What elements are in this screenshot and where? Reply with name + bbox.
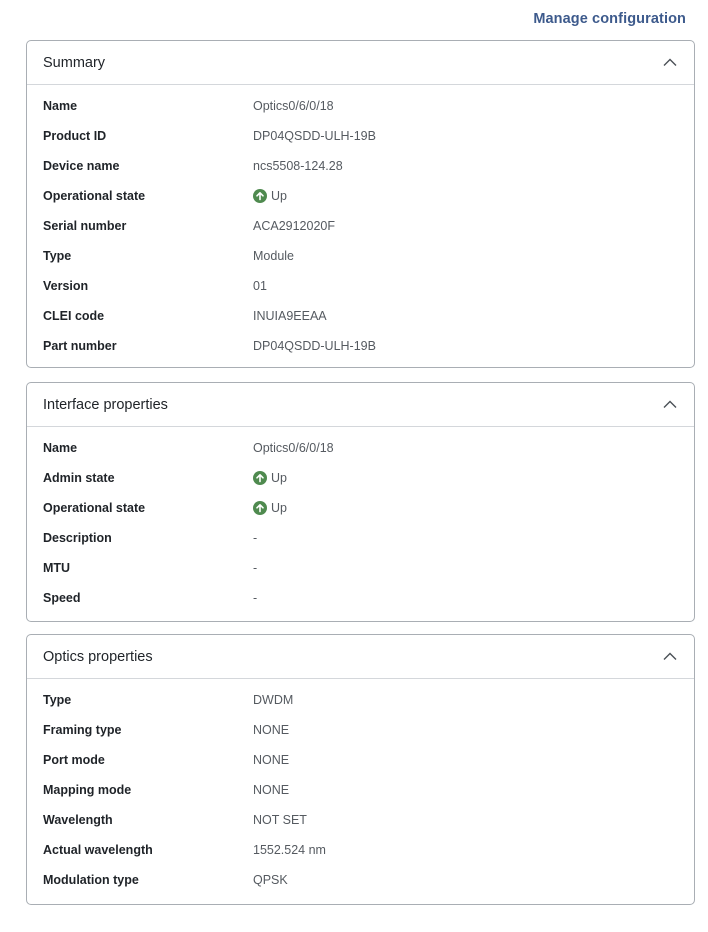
optics-properties-title: Optics properties — [43, 648, 153, 665]
summary-row-device-name: Device name ncs5508-124.28 — [27, 151, 694, 181]
summary-row-part-number: Part number DP04QSDD-ULH-19B — [27, 331, 694, 361]
row-value-status: Up — [253, 501, 287, 515]
summary-row-version: Version 01 — [27, 271, 694, 301]
row-value: QPSK — [253, 873, 288, 887]
row-label: Admin state — [43, 471, 115, 485]
row-value: Optics0/6/0/18 — [253, 441, 334, 455]
row-value: DP04QSDD-ULH-19B — [253, 129, 376, 143]
row-value: ACA2912020F — [253, 219, 336, 233]
interface-row-mtu: MTU - — [27, 553, 694, 583]
summary-row-serial-number: Serial number ACA2912020F — [27, 211, 694, 241]
summary-title: Summary — [43, 54, 106, 71]
status-text: Up — [271, 189, 287, 203]
manage-configuration-link[interactable]: Manage configuration — [533, 11, 686, 27]
interface-row-description: Description - — [27, 523, 694, 553]
chevron-up-icon[interactable] — [663, 650, 677, 664]
interface-row-operational-state: Operational state Up — [27, 493, 694, 523]
summary-row-operational-state: Operational state Up — [27, 181, 694, 211]
row-label: Wavelength — [43, 813, 113, 827]
optics-row-framing-type: Framing type NONE — [27, 715, 694, 745]
row-label: Name — [43, 99, 78, 113]
interface-row-name: Name Optics0/6/0/18 — [27, 433, 694, 463]
row-value: NONE — [253, 723, 290, 737]
row-value: Optics0/6/0/18 — [253, 99, 334, 113]
status-text: Up — [271, 471, 287, 485]
row-label: Name — [43, 441, 78, 455]
row-value: ncs5508-124.28 — [253, 159, 343, 173]
chevron-up-icon[interactable] — [663, 56, 677, 70]
row-label: MTU — [43, 561, 71, 575]
row-value: 01 — [253, 279, 267, 293]
row-value: NONE — [253, 783, 290, 797]
row-value: Module — [253, 249, 294, 263]
row-label: Type — [43, 249, 72, 263]
optics-properties-body: Type DWDM Framing type NONE Port mode NO… — [27, 679, 694, 895]
row-label: Part number — [43, 339, 117, 353]
status-text: Up — [271, 501, 287, 515]
optics-properties-header[interactable]: Optics properties — [27, 635, 694, 679]
interface-row-admin-state: Admin state Up — [27, 463, 694, 493]
summary-row-product-id: Product ID DP04QSDD-ULH-19B — [27, 121, 694, 151]
row-label: Operational state — [43, 189, 146, 203]
row-label: Description — [43, 531, 112, 545]
interface-properties-title: Interface properties — [43, 396, 168, 413]
row-value: NONE — [253, 753, 290, 767]
arrow-up-circle-icon — [253, 501, 267, 515]
row-value: 1552.524 nm — [253, 843, 326, 857]
optics-row-port-mode: Port mode NONE — [27, 745, 694, 775]
row-value: DP04QSDD-ULH-19B — [253, 339, 376, 353]
row-label: Serial number — [43, 219, 127, 233]
row-value-status: Up — [253, 471, 287, 485]
optics-properties-card: Optics properties Type DWDM Framing type… — [26, 634, 695, 905]
row-label: Speed — [43, 591, 81, 605]
row-value: NOT SET — [253, 813, 307, 827]
row-label: Product ID — [43, 129, 107, 143]
summary-row-type: Type Module — [27, 241, 694, 271]
row-label: Type — [43, 693, 72, 707]
summary-row-name: Name Optics0/6/0/18 — [27, 91, 694, 121]
summary-card: Summary Name Optics0/6/0/18 Product ID D… — [26, 40, 695, 368]
summary-row-clei-code: CLEI code INUIA9EEAA — [27, 301, 694, 331]
optics-row-type: Type DWDM — [27, 685, 694, 715]
interface-properties-header[interactable]: Interface properties — [27, 383, 694, 427]
row-label: Version — [43, 279, 89, 293]
row-label: Mapping mode — [43, 783, 132, 797]
row-value: - — [253, 591, 258, 605]
row-label: Modulation type — [43, 873, 139, 887]
row-label: Operational state — [43, 501, 146, 515]
interface-properties-body: Name Optics0/6/0/18 Admin state Up Opera… — [27, 427, 694, 613]
row-value: INUIA9EEAA — [253, 309, 327, 323]
row-label: Framing type — [43, 723, 122, 737]
row-label: Port mode — [43, 753, 105, 767]
row-value: DWDM — [253, 693, 294, 707]
row-label: Actual wavelength — [43, 843, 153, 857]
summary-body: Name Optics0/6/0/18 Product ID DP04QSDD-… — [27, 85, 694, 361]
chevron-up-icon[interactable] — [663, 398, 677, 412]
interface-row-speed: Speed - — [27, 583, 694, 613]
row-value: - — [253, 561, 258, 575]
row-value-status: Up — [253, 189, 287, 203]
optics-row-modulation-type: Modulation type QPSK — [27, 865, 694, 895]
optics-row-wavelength: Wavelength NOT SET — [27, 805, 694, 835]
row-value: - — [253, 531, 258, 545]
arrow-up-circle-icon — [253, 189, 267, 203]
row-label: CLEI code — [43, 309, 105, 323]
optics-row-mapping-mode: Mapping mode NONE — [27, 775, 694, 805]
row-label: Device name — [43, 159, 120, 173]
arrow-up-circle-icon — [253, 471, 267, 485]
interface-properties-card: Interface properties Name Optics0/6/0/18… — [26, 382, 695, 622]
optics-row-actual-wavelength: Actual wavelength 1552.524 nm — [27, 835, 694, 865]
summary-header[interactable]: Summary — [27, 41, 694, 85]
